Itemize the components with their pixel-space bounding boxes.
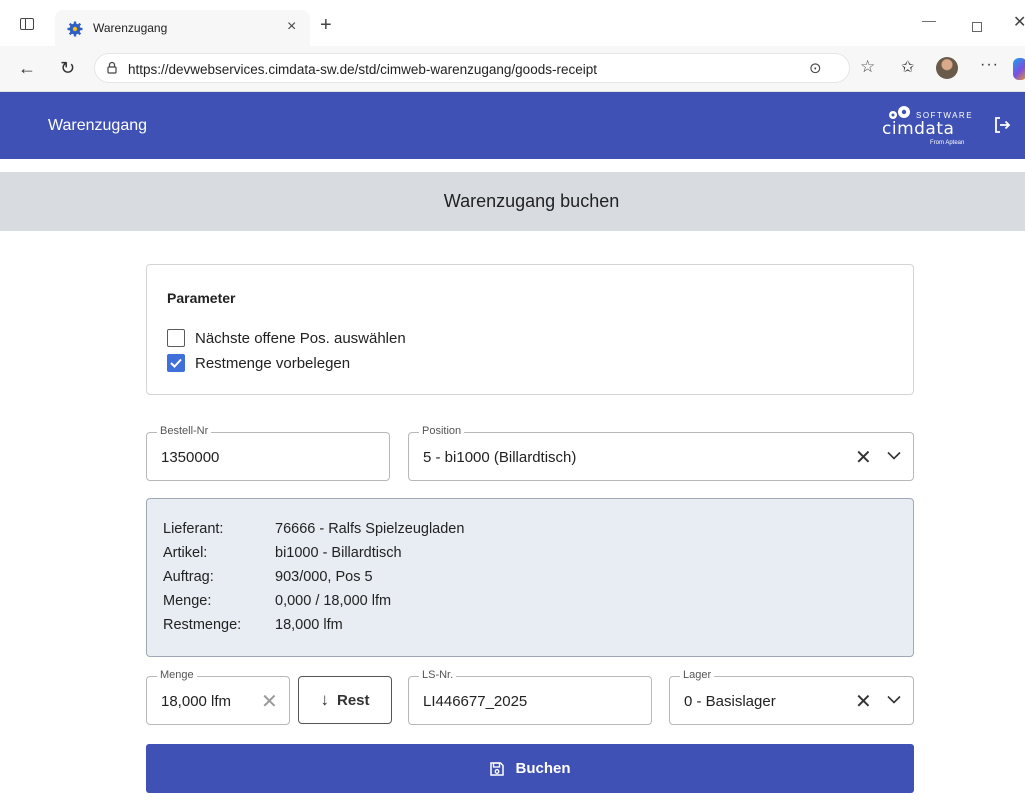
reader-view-icon[interactable]: ⊙ <box>809 59 822 77</box>
window-close-button[interactable]: ✕ <box>1013 12 1025 32</box>
quantity-field[interactable]: Menge 18,000 lfm ✕ <box>146 669 290 725</box>
info-value: 18,000 lfm <box>275 617 343 633</box>
browser-address-bar: ← ↻ https://devwebservices.cimdata-sw.de… <box>0 46 1025 92</box>
checkmark-icon <box>170 358 182 368</box>
rest-button-label[interactable]: Rest <box>337 692 370 709</box>
quantity-value[interactable]: 18,000 lfm <box>161 693 231 710</box>
quantity-label: Menge <box>157 669 197 681</box>
warehouse-label: Lager <box>680 669 715 681</box>
copilot-icon[interactable] <box>1013 58 1025 80</box>
page-title-bar: Warenzugang buchen <box>0 172 1025 231</box>
info-value: 0,000 / 18,000 lfm <box>275 593 392 609</box>
checkbox-label[interactable]: Nächste offene Pos. auswählen <box>195 330 406 347</box>
app-header: Warenzugang SOFTWARE cimdata From Aptean <box>0 92 1025 159</box>
parameter-heading: Parameter <box>167 290 236 306</box>
tab-actions-icon[interactable] <box>20 18 34 30</box>
position-label: Position <box>419 425 465 437</box>
window-maximize-button[interactable] <box>972 22 982 32</box>
reload-icon[interactable]: ↻ <box>60 58 75 79</box>
clear-icon[interactable]: ✕ <box>855 445 872 470</box>
lock-icon[interactable] <box>107 61 117 74</box>
chevron-down-icon[interactable] <box>887 451 901 460</box>
favorites-list-icon[interactable]: ✩ <box>901 57 914 77</box>
more-menu-icon[interactable]: ··· <box>980 56 999 74</box>
clear-icon[interactable]: ✕ <box>261 689 278 714</box>
info-box: Lieferant: 76666 - Ralfs Spielzeugladen … <box>146 498 914 657</box>
page-title: Warenzugang buchen <box>443 191 620 211</box>
tab-title: Warenzugang <box>93 21 168 35</box>
option-next-open-position[interactable]: Nächste offene Pos. auswählen <box>167 328 406 348</box>
gear-favicon-icon <box>67 21 83 37</box>
option-preset-remaining[interactable]: Restmenge vorbelegen <box>167 353 350 373</box>
info-value: bi1000 - Billardtisch <box>275 545 402 561</box>
warehouse-value[interactable]: 0 - Basislager <box>684 693 776 710</box>
cimdata-logo: SOFTWARE cimdata From Aptean <box>882 103 982 153</box>
checkbox-label[interactable]: Restmenge vorbelegen <box>195 355 350 372</box>
url-field[interactable]: https://devwebservices.cimdata-sw.de/std… <box>94 53 850 83</box>
delivery-note-label: LS-Nr. <box>419 669 457 681</box>
save-icon <box>490 761 505 776</box>
rest-button[interactable]: ↓ Rest <box>298 676 392 724</box>
info-key: Lieferant: <box>163 521 224 537</box>
new-tab-button[interactable]: + <box>320 14 332 37</box>
position-select[interactable]: Position 5 - bi1000 (Billardtisch) ✕ <box>408 425 914 481</box>
browser-tab-bar: Warenzugang × + — ✕ <box>0 0 1025 46</box>
back-arrow-icon[interactable]: ← <box>18 58 36 79</box>
delivery-note-field[interactable]: LS-Nr. LI446677_2025 <box>408 669 652 725</box>
url-text[interactable]: https://devwebservices.cimdata-sw.de/std… <box>128 62 597 77</box>
arrow-down-icon: ↓ <box>320 690 329 709</box>
checkbox-next-open-position[interactable] <box>167 329 185 347</box>
position-value[interactable]: 5 - bi1000 (Billardtisch) <box>423 449 576 466</box>
book-button-label[interactable]: Buchen <box>515 760 570 777</box>
tab-close-icon[interactable]: × <box>287 18 296 36</box>
parameter-card: Parameter Nächste offene Pos. auswählen … <box>146 264 914 395</box>
info-key: Auftrag: <box>163 569 214 585</box>
order-number-field[interactable]: Bestell-Nr 1350000 <box>146 425 390 481</box>
logo-tagline-text: From Aptean <box>930 140 965 146</box>
logo-name-text: cimdata <box>882 119 955 139</box>
info-key: Menge: <box>163 593 212 609</box>
checkbox-preset-remaining[interactable] <box>167 354 185 372</box>
favorite-star-icon[interactable]: ☆ <box>860 57 875 77</box>
chevron-down-icon[interactable] <box>887 695 901 704</box>
profile-avatar[interactable] <box>936 57 958 79</box>
app-title: Warenzugang <box>48 117 148 134</box>
order-number-value[interactable]: 1350000 <box>161 449 219 466</box>
delivery-note-value[interactable]: LI446677_2025 <box>423 693 527 710</box>
warehouse-select[interactable]: Lager 0 - Basislager ✕ <box>669 669 914 725</box>
info-value: 76666 - Ralfs Spielzeugladen <box>275 521 465 537</box>
info-key: Artikel: <box>163 545 208 561</box>
clear-icon[interactable]: ✕ <box>855 689 872 714</box>
info-key: Restmenge: <box>163 617 242 633</box>
window-minimize-button[interactable]: — <box>922 12 936 28</box>
book-button[interactable]: Buchen <box>146 744 914 793</box>
browser-tab[interactable]: Warenzugang × <box>55 10 310 46</box>
logout-icon[interactable] <box>993 116 1011 134</box>
order-number-label: Bestell-Nr <box>157 425 212 437</box>
info-value: 903/000, Pos 5 <box>275 569 373 585</box>
